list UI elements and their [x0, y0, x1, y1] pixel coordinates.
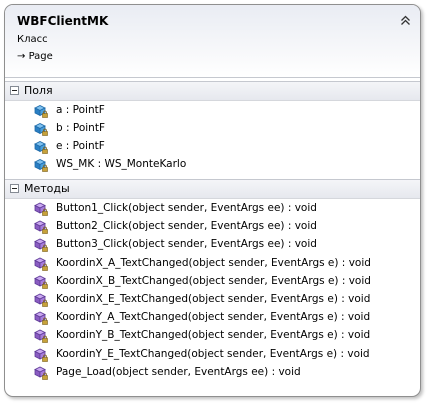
- private-method-icon: [33, 256, 49, 272]
- method-row[interactable]: KoordinY_B_TextChanged(object sender, Ev…: [33, 327, 413, 345]
- class-kind: Класс: [17, 34, 48, 45]
- method-row[interactable]: KoordinX_E_TextChanged(object sender, Ev…: [33, 291, 413, 309]
- class-diagram-shape[interactable]: WBFClientMK Класс → Page Поля a : PointF…: [4, 4, 421, 397]
- private-method-icon: [33, 328, 49, 344]
- field-row[interactable]: a : PointF: [33, 102, 413, 120]
- private-field-icon: [33, 121, 49, 137]
- private-field-icon: [33, 139, 49, 155]
- method-row-label: KoordinX_E_TextChanged(object sender, Ev…: [56, 293, 371, 305]
- private-field-icon: [33, 103, 49, 119]
- private-method-icon: [33, 365, 49, 381]
- method-row[interactable]: KoordinY_A_TextChanged(object sender, Ev…: [33, 309, 413, 327]
- class-name: WBFClientMK: [17, 14, 109, 28]
- method-row[interactable]: KoordinX_A_TextChanged(object sender, Ev…: [33, 255, 413, 273]
- private-method-icon: [33, 274, 49, 290]
- method-row[interactable]: KoordinY_E_TextChanged(object sender, Ev…: [33, 346, 413, 364]
- method-row[interactable]: Button3_Click(object sender, EventArgs e…: [33, 236, 413, 254]
- inheritance-arrow-icon: →: [17, 51, 26, 62]
- method-row[interactable]: Button1_Click(object sender, EventArgs e…: [33, 200, 413, 218]
- method-row-label: KoordinY_B_TextChanged(object sender, Ev…: [56, 329, 371, 342]
- method-row-label: KoordinX_A_TextChanged(object sender, Ev…: [56, 256, 371, 269]
- method-row-label: Button2_Click(object sender, EventArgs e…: [56, 220, 317, 233]
- private-method-icon: [33, 201, 49, 217]
- field-row-label: b : PointF: [56, 122, 105, 134]
- field-row-label: e : PointF: [56, 140, 105, 152]
- method-row[interactable]: Page_Load(object sender, EventArgs ee) :…: [33, 364, 413, 382]
- base-class: → Page: [17, 51, 53, 62]
- method-row[interactable]: KoordinX_B_TextChanged(object sender, Ev…: [33, 273, 413, 291]
- method-row-label: Button3_Click(object sender, EventArgs e…: [56, 238, 317, 251]
- private-field-icon: [33, 157, 49, 173]
- field-row[interactable]: WS_MK : WS_MonteKarlo: [33, 156, 413, 174]
- minus-box-icon[interactable]: [10, 86, 19, 95]
- minus-box-icon[interactable]: [10, 184, 19, 193]
- private-method-icon: [33, 219, 49, 235]
- field-row[interactable]: e : PointF: [33, 138, 413, 156]
- field-row-label: WS_MK : WS_MonteKarlo: [56, 158, 187, 170]
- private-method-icon: [33, 347, 49, 363]
- field-row[interactable]: b : PointF: [33, 120, 413, 138]
- fields-section-title: Поля: [24, 84, 53, 97]
- base-class-name: Page: [28, 51, 53, 62]
- method-row-label: Page_Load(object sender, EventArgs ee) :…: [56, 365, 301, 378]
- method-row-label: KoordinY_A_TextChanged(object sender, Ev…: [56, 311, 371, 324]
- double-chevron-up-icon[interactable]: [399, 14, 412, 27]
- method-row-label: KoordinY_E_TextChanged(object sender, Ev…: [56, 347, 370, 360]
- method-row-label: Button1_Click(object sender, EventArgs e…: [56, 202, 317, 214]
- private-method-icon: [33, 310, 49, 326]
- field-row-label: a : PointF: [56, 104, 105, 116]
- class-header: WBFClientMK Класс → Page: [5, 5, 420, 78]
- methods-section-header[interactable]: Методы: [5, 179, 420, 199]
- methods-section-title: Методы: [24, 182, 70, 195]
- method-row[interactable]: Button2_Click(object sender, EventArgs e…: [33, 218, 413, 236]
- fields-section-header[interactable]: Поля: [5, 81, 420, 101]
- private-method-icon: [33, 292, 49, 308]
- private-method-icon: [33, 237, 49, 253]
- method-row-label: KoordinX_B_TextChanged(object sender, Ev…: [56, 274, 371, 287]
